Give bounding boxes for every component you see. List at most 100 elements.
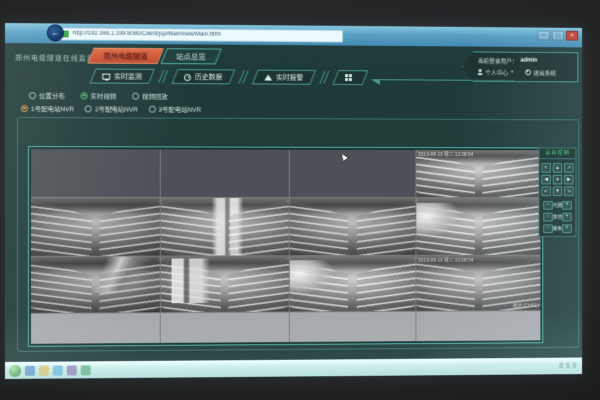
chevron-down-icon: ▾ — [511, 69, 513, 75]
start-button[interactable] — [9, 364, 21, 376]
video-wall: 2019-08-13 周二 13:38:54 2019-08-13 周二 13:… — [28, 146, 543, 347]
camera-cell-9[interactable] — [31, 257, 160, 313]
user-panel: 当前登录用户： admin 个人中心 ▾ · 退出系统 — [462, 51, 578, 82]
iris-plus-button[interactable]: + — [562, 201, 571, 210]
nav-item-realtime-monitor[interactable]: 实时监测 — [90, 69, 155, 84]
iris-minus-button[interactable]: − — [543, 201, 552, 210]
nav-menu: 实时监测 历史数据 实时报警 — [93, 68, 514, 87]
personal-center-link[interactable]: 个人中心 — [485, 68, 508, 77]
close-button[interactable]: ✕ — [566, 31, 578, 41]
radio-icon — [21, 105, 28, 112]
maximize-button[interactable]: ▢ — [552, 31, 564, 41]
taskbar-folder-icon[interactable] — [39, 365, 49, 375]
photo-background: ← http://192.168.1.199:8080/Client/jsp/M… — [0, 0, 600, 400]
taskbar-browser-icon[interactable] — [25, 365, 35, 375]
iris-control: − 光圈 + — [539, 201, 575, 210]
tab-cable-tunnel[interactable]: 郑州电缆隧道 — [87, 48, 164, 64]
ptz-panel: 云台控制 ↖ ▲ ↗ ◀ ● ▶ ↙ ▼ ↘ − 光圈 — [539, 147, 577, 237]
camera-cell-8[interactable] — [416, 198, 540, 255]
ptz-title: 云台控制 — [539, 148, 575, 159]
zoom-out-button[interactable]: − — [543, 213, 552, 222]
tab-bar: 郑州电缆隧道 站点总览 — [91, 48, 219, 65]
camera-cell-7[interactable] — [289, 198, 415, 255]
ptz-up-right-button[interactable]: ↗ — [564, 163, 573, 173]
radio-location-map[interactable]: 位置分布 — [29, 90, 65, 100]
ptz-down-left-button[interactable]: ↙ — [541, 186, 550, 196]
nvr-select-group: 1号配电站NVR 2号配电站NVR 3号配电站NVR — [21, 103, 201, 114]
nav-separator — [239, 70, 248, 83]
address-bar[interactable]: http://192.168.1.199:8080/Client/jsp/Mai… — [57, 27, 343, 42]
camera-cell-4[interactable]: 2019-08-13 周二 13:38:54 — [416, 150, 540, 197]
radio-nvr-1[interactable]: 1号配电站NVR — [21, 103, 74, 113]
radio-icon — [149, 105, 156, 112]
empty-slot — [289, 312, 415, 342]
radio-icon — [81, 92, 88, 99]
camera-cell-5[interactable] — [31, 198, 160, 256]
nav-separator — [320, 71, 329, 84]
camera-cell-12[interactable]: 2019-08-13 周二 13:38:54 通道 (CH01) — [416, 256, 540, 311]
focus-minus-button[interactable]: − — [543, 224, 552, 233]
radio-nvr-2[interactable]: 2号配电站NVR — [85, 103, 138, 113]
ptz-up-button[interactable]: ▲ — [553, 163, 562, 173]
camera-timestamp: 2019-08-13 周二 13:38:54 — [418, 257, 473, 264]
radio-live-video[interactable]: 实时视频 — [81, 90, 117, 100]
ptz-right-button[interactable]: ▶ — [564, 175, 573, 185]
nav-separator — [159, 70, 168, 83]
url-text: http://192.168.1.199:8080/Client/jsp/Mai… — [73, 31, 221, 38]
monitoring-page: 郑州电缆隧道在线监测 郑州电缆隧道 站点总览 实时监测 — [5, 43, 582, 362]
content-panel: 2019-08-13 周二 13:38:54 2019-08-13 周二 13:… — [17, 117, 579, 352]
nav-item-history-data[interactable]: 历史数据 — [172, 69, 236, 84]
taskbar-app-icon[interactable] — [53, 365, 63, 375]
nav-item-more[interactable] — [332, 70, 368, 85]
empty-slot — [161, 312, 288, 342]
window-controls: — ▢ ✕ — [538, 30, 579, 40]
camera-cell-1[interactable] — [31, 149, 160, 197]
camera-channel-label: 通道 (CH01) — [512, 302, 538, 309]
windows-taskbar — [5, 358, 582, 379]
ptz-up-left-button[interactable]: ↖ — [541, 163, 550, 173]
minimize-button[interactable]: — — [538, 30, 550, 40]
zoom-label: 变倍 — [553, 214, 562, 221]
monitor-icon — [102, 73, 110, 79]
username: admin — [521, 58, 538, 64]
ptz-down-right-button[interactable]: ↘ — [564, 186, 573, 196]
focus-plus-button[interactable]: + — [562, 224, 571, 233]
radio-nvr-3[interactable]: 3号配电站NVR — [149, 104, 201, 114]
browser-back-button[interactable]: ← — [47, 24, 64, 41]
view-mode-group: 位置分布 实时视频 视频回放 — [29, 90, 168, 101]
taskbar-tool-icon[interactable] — [81, 365, 91, 375]
zoom-control: − 变倍 + — [539, 213, 575, 222]
zoom-in-button[interactable]: + — [562, 213, 571, 222]
ptz-center-button[interactable]: ● — [553, 175, 562, 185]
system-tray[interactable] — [559, 362, 576, 368]
camera-grid: 2019-08-13 周二 13:38:54 2019-08-13 周二 13:… — [31, 149, 540, 344]
monitor-screen: ← http://192.168.1.199:8080/Client/jsp/M… — [5, 23, 582, 379]
camera-cell-2[interactable] — [161, 149, 288, 197]
radio-icon — [85, 105, 92, 112]
logout-link[interactable]: 退出系统 — [533, 68, 556, 77]
camera-cell-10[interactable] — [161, 256, 288, 312]
camera-cell-6[interactable] — [161, 198, 288, 256]
empty-slot — [416, 311, 540, 341]
alarm-icon — [265, 74, 273, 80]
camera-cell-11[interactable] — [289, 256, 415, 312]
camera-timestamp: 2019-08-13 周二 13:38:54 — [418, 151, 473, 158]
radio-video-playback[interactable]: 视频回放 — [132, 91, 167, 101]
empty-slot — [31, 313, 160, 344]
focus-label: 聚焦 — [553, 225, 562, 232]
tab-site-overview[interactable]: 站点总览 — [160, 48, 221, 64]
iris-label: 光圈 — [553, 202, 562, 209]
radio-icon — [29, 92, 36, 99]
history-icon — [184, 73, 191, 80]
ptz-down-button[interactable]: ▼ — [553, 186, 562, 196]
focus-control: − 聚焦 + — [539, 224, 575, 233]
camera-cell-3[interactable] — [289, 150, 415, 197]
ptz-direction-pad: ↖ ▲ ↗ ◀ ● ▶ ↙ ▼ ↘ — [539, 159, 575, 198]
grid-icon — [345, 74, 352, 81]
ptz-left-button[interactable]: ◀ — [541, 175, 550, 185]
page-title: 郑州电缆隧道在线监测 — [15, 53, 95, 64]
radio-icon — [132, 92, 139, 99]
person-icon — [478, 69, 483, 75]
taskbar-media-icon[interactable] — [67, 365, 77, 375]
nav-item-realtime-alarm[interactable]: 实时报警 — [252, 70, 316, 85]
